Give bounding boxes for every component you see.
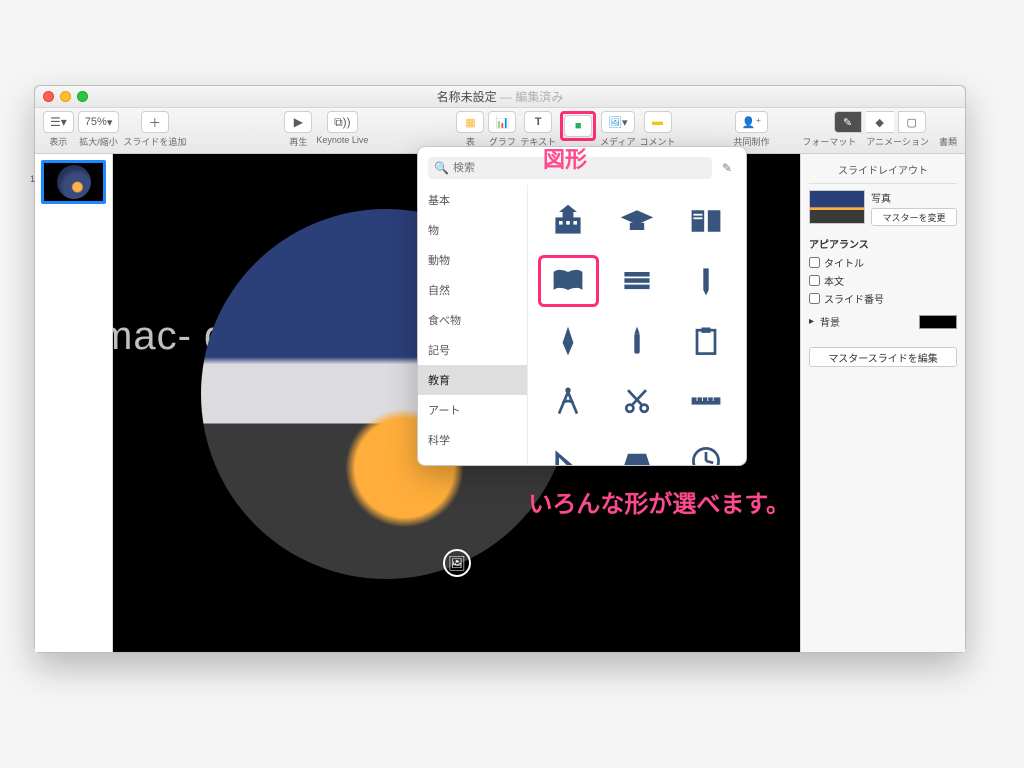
shape-graduation-cap[interactable]: [607, 195, 668, 247]
document-icon: ▢: [906, 116, 916, 129]
broadcast-icon: ⧉)): [334, 115, 351, 130]
shape-trapezoid[interactable]: [607, 435, 668, 465]
annotation-text: いろんな形が選べます。: [528, 484, 790, 519]
chart-icon: 📊: [496, 116, 510, 129]
appearance-heading: アピアランス: [809, 236, 957, 251]
shape-category-アート[interactable]: アート: [418, 395, 527, 425]
shapes-callout-label: 図形: [543, 142, 587, 174]
titlebar: 名称未設定 — 編集済み: [35, 86, 965, 108]
person-plus-icon: 👤⁺: [742, 116, 762, 129]
shape-category-食べ物[interactable]: 食べ物: [418, 305, 527, 335]
image-icon: 🖼: [608, 116, 622, 129]
window-title: 名称未設定 — 編集済み: [437, 88, 564, 105]
body-checkbox-row[interactable]: 本文: [809, 273, 957, 288]
shape-category-自然[interactable]: 自然: [418, 275, 527, 305]
add-slide-label: スライドを追加: [123, 135, 186, 148]
shape-category-動物[interactable]: 動物: [418, 245, 527, 275]
background-color-swatch[interactable]: [919, 315, 957, 329]
collaborate-button[interactable]: 👤⁺: [735, 111, 769, 133]
shapes-popover: 図形 🔍 ✎ 基本物動物自然食べ物記号教育アート科学人々場所活動: [417, 146, 747, 466]
table-icon: ▦: [465, 116, 475, 129]
shape-clipboard[interactable]: [675, 315, 736, 367]
text-button[interactable]: T: [524, 111, 552, 133]
slideno-checkbox-row[interactable]: スライド番号: [809, 291, 957, 306]
shape-fountain-pen[interactable]: [538, 315, 599, 367]
brush-icon: ✎: [843, 116, 852, 129]
shape-button-highlight: ■: [560, 111, 596, 141]
animate-tab[interactable]: ◆: [866, 111, 894, 133]
shape-button[interactable]: ■: [564, 115, 592, 137]
shape-category-人々[interactable]: 人々: [418, 455, 527, 465]
animate-label: アニメーション: [866, 135, 929, 148]
diamond-icon: ◆: [875, 116, 883, 129]
shape-category-list: 基本物動物自然食べ物記号教育アート科学人々場所活動: [418, 185, 528, 465]
shape-book-open-right[interactable]: [675, 195, 736, 247]
close-window-button[interactable]: [43, 91, 54, 102]
plus-icon: ＋: [149, 114, 161, 131]
slideno-checkbox[interactable]: [809, 293, 820, 304]
view-button[interactable]: ☰▾: [43, 111, 74, 133]
master-name: 写真: [871, 190, 957, 205]
shape-clock[interactable]: [675, 435, 736, 465]
shape-crayon[interactable]: [607, 315, 668, 367]
shape-category-科学[interactable]: 科学: [418, 425, 527, 455]
shape-category-教育[interactable]: 教育: [418, 365, 527, 395]
document-tab[interactable]: ▢: [898, 111, 926, 133]
shape-grid: [528, 185, 746, 465]
format-label: フォーマット: [802, 135, 856, 148]
table-button[interactable]: ▦: [456, 111, 484, 133]
comment-button[interactable]: ▬: [644, 111, 672, 133]
disclosure-triangle[interactable]: ▸: [809, 316, 814, 327]
shape-pencil[interactable]: [675, 255, 736, 307]
body-checkbox[interactable]: [809, 275, 820, 286]
inspector-header: スライドレイアウト: [809, 160, 957, 184]
search-icon: 🔍: [434, 161, 449, 175]
shape-category-物[interactable]: 物: [418, 215, 527, 245]
slide-number: 1: [30, 174, 35, 184]
shape-school-building[interactable]: [538, 195, 599, 247]
text-icon: T: [535, 116, 542, 128]
slide-navigator: 1: [35, 154, 113, 652]
comment-icon: ▬: [652, 116, 663, 128]
inspector-panel: スライドレイアウト 写真 マスターを変更 アピアランス タイトル 本文 スライド…: [800, 154, 965, 652]
slide-thumbnail-1[interactable]: [41, 160, 106, 204]
shape-category-基本[interactable]: 基本: [418, 185, 527, 215]
media-button[interactable]: 🖼 ▾: [601, 111, 635, 133]
title-checkbox-row[interactable]: タイトル: [809, 255, 957, 270]
shape-compass-tool[interactable]: [538, 375, 599, 427]
play-label: 再生: [289, 135, 307, 148]
live-label: Keynote Live: [316, 135, 368, 145]
shape-ruler-triangle[interactable]: [538, 435, 599, 465]
zoom-label: 拡大/縮小: [79, 135, 118, 148]
view-label: 表示: [49, 135, 67, 148]
shape-scissors[interactable]: [607, 375, 668, 427]
chart-button[interactable]: 📊: [488, 111, 516, 133]
image-placeholder-icon[interactable]: 🖼: [443, 549, 471, 577]
shape-category-記号[interactable]: 記号: [418, 335, 527, 365]
draw-shape-button[interactable]: ✎: [718, 159, 736, 177]
add-slide-button[interactable]: ＋: [141, 111, 169, 133]
format-tab[interactable]: ✎: [834, 111, 862, 133]
edit-master-button[interactable]: マスタースライドを編集: [809, 347, 957, 367]
play-icon: ▶: [294, 115, 303, 129]
app-window: 名称未設定 — 編集済み ☰▾ 表示 75% ▾ 拡大/縮小 ＋ スライドを追加…: [34, 85, 966, 653]
zoom-button[interactable]: 75% ▾: [78, 111, 120, 133]
square-icon: ■: [575, 120, 582, 132]
master-thumbnail: [809, 190, 865, 224]
background-label: 背景: [820, 314, 840, 329]
document-label: 書類: [939, 135, 957, 148]
play-button[interactable]: ▶: [284, 111, 312, 133]
view-icon: ☰▾: [50, 115, 67, 129]
keynote-live-button[interactable]: ⧉)): [327, 111, 358, 133]
change-master-button[interactable]: マスターを変更: [871, 208, 957, 226]
minimize-window-button[interactable]: [60, 91, 71, 102]
title-checkbox[interactable]: [809, 257, 820, 268]
shape-ruler-horizontal[interactable]: [675, 375, 736, 427]
shape-books-stack[interactable]: [607, 255, 668, 307]
shape-book-open[interactable]: [538, 255, 599, 307]
zoom-window-button[interactable]: [77, 91, 88, 102]
